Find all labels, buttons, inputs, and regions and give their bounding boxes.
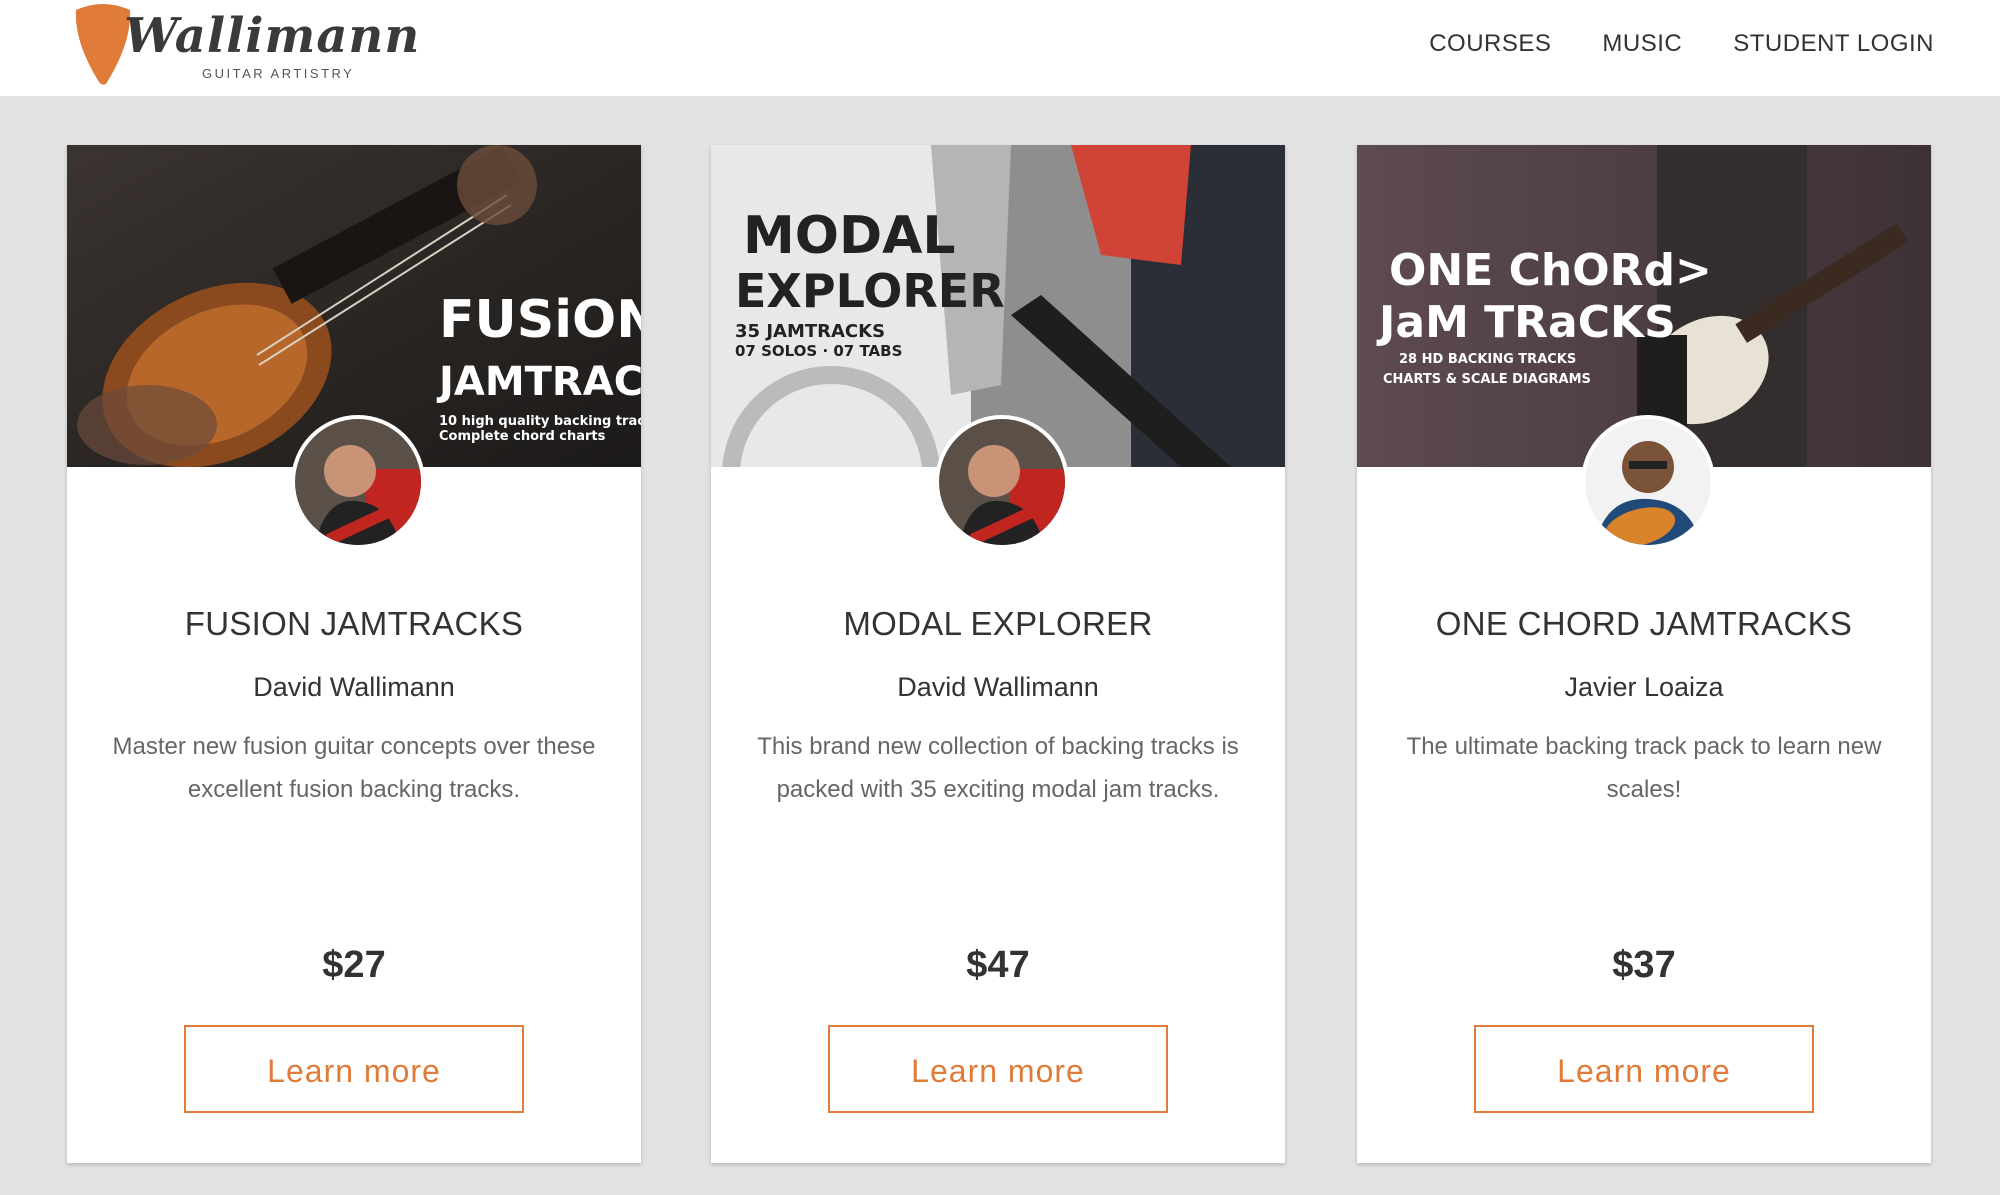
- brand-logo[interactable]: Wallimann GUITAR ARTISTRY: [72, 2, 419, 92]
- course-price: $47: [966, 944, 1030, 986]
- course-price: $27: [322, 944, 386, 986]
- banner-title-2: JaM TRaCKS: [1376, 297, 1676, 348]
- course-title: MODAL EXPLORER: [843, 605, 1153, 642]
- course-author: Javier Loaiza: [1564, 672, 1724, 702]
- course-description: Master new fusion guitar concepts over t…: [112, 733, 596, 803]
- course-price: $37: [1612, 944, 1676, 986]
- banner-line-1: 35 JAMTRACKS: [735, 321, 885, 342]
- course-card-one-chord: ONE ChORd> JaM TRaCKS 28 HD BACKING TRAC…: [1357, 145, 1931, 1163]
- course-title: FUSION JAMTRACKS: [184, 605, 524, 642]
- nav-courses[interactable]: COURSES: [1429, 30, 1551, 58]
- course-card-fusion: FUSiON> JAMTRACKS 10 high quality backin…: [67, 145, 641, 1163]
- learn-more-button[interactable]: Learn more: [184, 1025, 524, 1113]
- course-description: This brand new collection of backing tra…: [757, 733, 1239, 803]
- brand-tagline: GUITAR ARTISTRY: [202, 66, 355, 81]
- course-description: The ultimate backing track pack to learn…: [1406, 733, 1882, 803]
- banner-line-1: 28 HD BACKING TRACKS: [1399, 352, 1576, 367]
- banner-title-2: JAMTRACKS: [436, 359, 641, 405]
- banner-title-1: ONE ChORd>: [1389, 245, 1712, 296]
- banner-title-1: FUSiON>: [439, 290, 641, 350]
- banner-line-2: 07 SOLOS · 07 TABS: [735, 342, 902, 360]
- nav-student-login[interactable]: STUDENT LOGIN: [1733, 30, 1934, 58]
- author-avatar: [935, 415, 1069, 549]
- main-nav: COURSES MUSIC STUDENT LOGIN: [1429, 30, 1934, 58]
- course-author: David Wallimann: [253, 672, 455, 702]
- banner-title-1: MODAL: [743, 206, 956, 266]
- course-title: ONE CHORD JAMTRACKS: [1435, 605, 1853, 642]
- course-card-modal: MODAL EXPLORER 35 JAMTRACKS 07 SOLOS · 0…: [711, 145, 1285, 1163]
- learn-more-button[interactable]: Learn more: [828, 1025, 1168, 1113]
- banner-line-1: 10 high quality backing tracks: [439, 414, 641, 429]
- learn-more-button[interactable]: Learn more: [1474, 1025, 1814, 1113]
- author-avatar: [1581, 415, 1715, 549]
- banner-line-2: CHARTS & SCALE DIAGRAMS: [1383, 372, 1591, 387]
- banner-line-2: Complete chord charts: [439, 429, 606, 444]
- site-header: Wallimann GUITAR ARTISTRY COURSES MUSIC …: [0, 0, 2000, 96]
- banner-title-2: EXPLORER: [735, 264, 1005, 318]
- brand-name: Wallimann: [124, 8, 421, 64]
- nav-music[interactable]: MUSIC: [1602, 30, 1682, 58]
- author-avatar: [291, 415, 425, 549]
- course-author: David Wallimann: [897, 672, 1099, 702]
